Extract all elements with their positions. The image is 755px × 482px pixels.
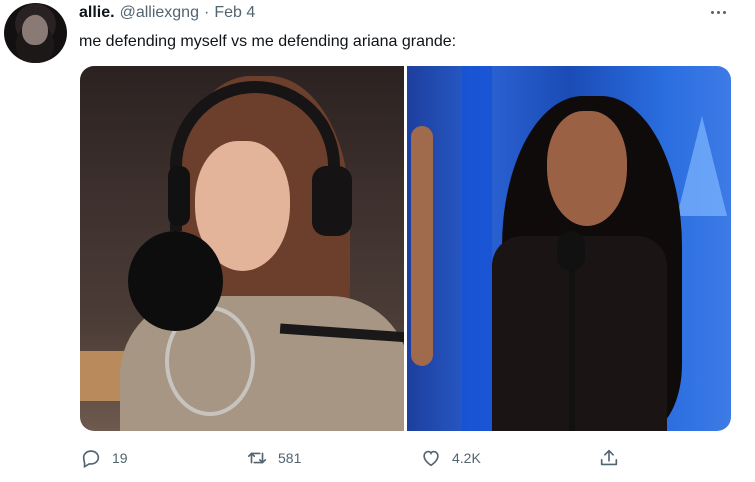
share-button[interactable] (598, 446, 620, 470)
like-button[interactable]: 4.2K (420, 446, 481, 470)
mic-stand-shape (569, 266, 575, 431)
headphone-cup-left-shape (168, 166, 190, 226)
left-photo[interactable] (80, 66, 404, 431)
retweet-count: 581 (278, 450, 302, 466)
stage-light-shape (462, 66, 492, 431)
tweet-text: me defending myself vs me defending aria… (79, 33, 457, 50)
share-icon (598, 447, 620, 469)
retweet-button[interactable]: 581 (246, 446, 301, 470)
reply-count: 19 (112, 450, 128, 466)
raised-arm-shape (411, 126, 433, 366)
headphone-cup-right-shape (312, 166, 352, 236)
heart-icon (420, 447, 442, 469)
microphone-shape (128, 231, 223, 331)
avatar[interactable] (4, 3, 67, 63)
stage-logo-shape (677, 116, 727, 216)
microphone-shape (557, 231, 585, 271)
face-shape (547, 111, 627, 226)
like-count: 4.2K (452, 450, 481, 466)
reply-icon (80, 447, 102, 469)
tweet-date[interactable]: Feb 4 (214, 4, 255, 22)
right-photo[interactable] (407, 66, 731, 431)
tweet-media (80, 66, 731, 431)
tweet-actions: 19 581 4.2K (80, 446, 640, 470)
reply-button[interactable]: 19 (80, 446, 128, 470)
tweet-header: allie. @alliexgng · Feb 4 (79, 4, 255, 24)
display-name[interactable]: allie. (79, 4, 115, 22)
more-horizontal-icon[interactable] (706, 4, 730, 20)
retweet-icon (246, 447, 268, 469)
header-separator: · (203, 4, 210, 21)
user-handle[interactable]: @alliexgng (120, 4, 199, 22)
tweet: allie. @alliexgng · Feb 4 me defending m… (0, 0, 755, 482)
